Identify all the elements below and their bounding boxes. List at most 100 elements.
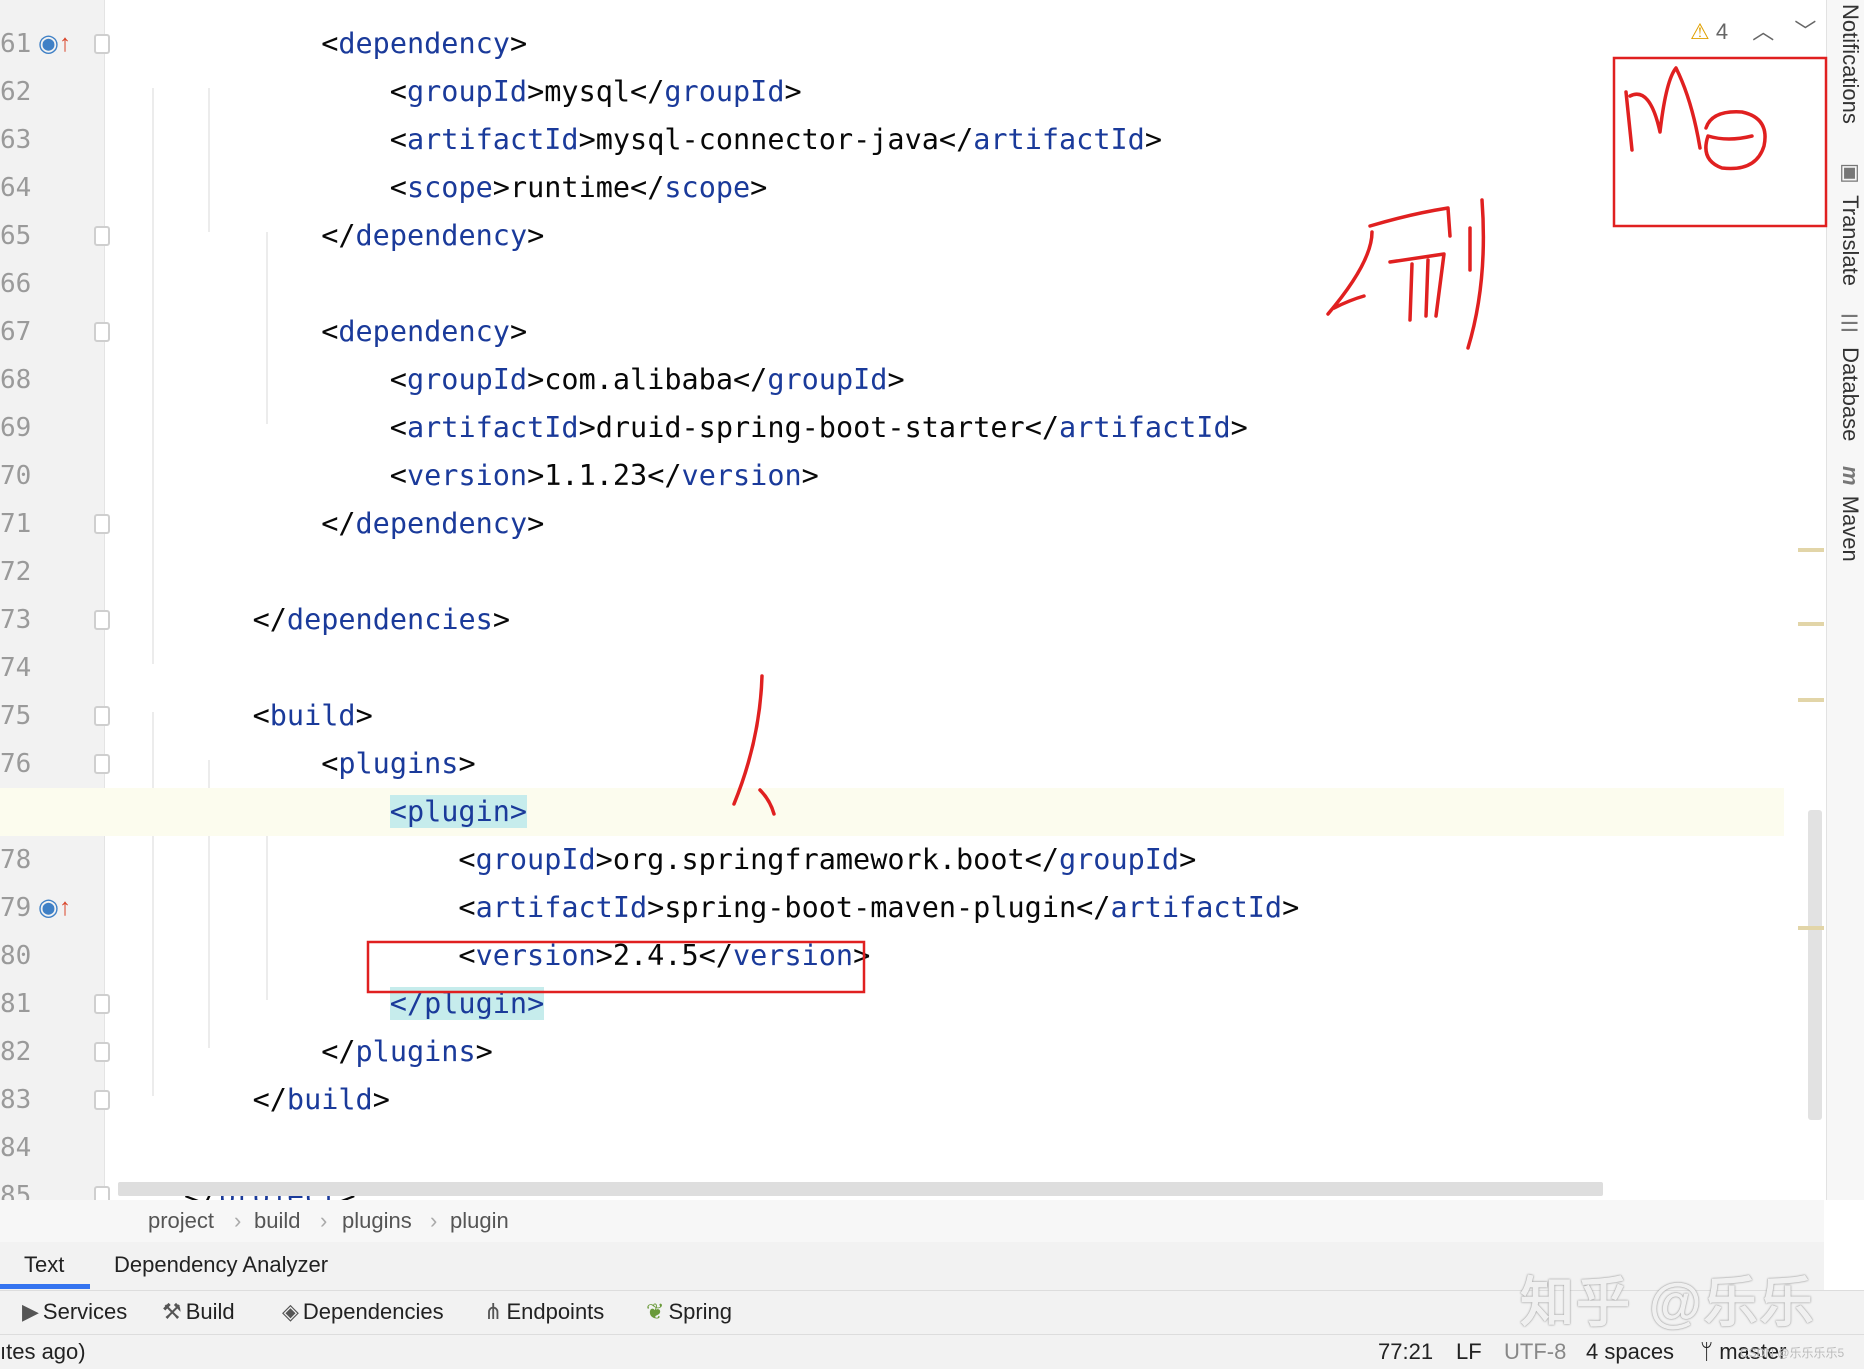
indent-guide [152,88,154,664]
code-editor[interactable]: 61◉↑626364656667686970717273747576777879… [0,0,1824,1200]
horizontal-scrollbar[interactable] [118,1182,1603,1196]
xml-tag-name: groupId [406,75,528,108]
code-line[interactable]: </plugin> [389,980,545,1028]
translate-icon: ▣ [1838,160,1863,185]
xml-bracket: </ [647,459,682,492]
database-tab[interactable]: ☰ Database [1829,312,1863,441]
implemented-override-icon[interactable]: ◉↑ [38,29,76,59]
line-number: 64 [0,173,32,203]
status-message[interactable]: ıtes ago) [0,1339,86,1365]
implemented-override-icon[interactable]: ◉↑ [38,893,76,923]
endpoints-tool-button[interactable]: ⋔ Endpoints [484,1299,604,1325]
line-number-gutter[interactable]: 61◉↑626364656667686970717273747576777879… [0,0,110,1200]
error-stripe-mark[interactable] [1798,698,1824,702]
xml-tag-name: version [475,939,596,972]
build-label: Build [185,1299,235,1324]
translate-tab[interactable]: ▣ Translate [1829,160,1863,286]
xml-bracket: </ [1024,411,1060,444]
code-line[interactable]: <version>1.1.23</version> [390,452,819,500]
code-line[interactable]: </dependency> [321,212,544,260]
xml-bracket: > [527,459,545,492]
xml-bracket: < [389,363,407,396]
xml-bracket: > [578,123,596,156]
code-line[interactable]: <dependency> [321,20,527,68]
xml-tag-name: dependency [338,27,510,60]
line-number: 84 [0,1133,32,1163]
error-stripe-mark[interactable] [1798,622,1824,626]
xml-tag-name: scope [406,171,493,204]
code-line[interactable]: <scope>runtime</scope> [390,164,768,212]
xml-tag-name: groupId [475,843,596,876]
xml-bracket: > [647,891,665,924]
xml-tag-name: dependencies [286,603,493,636]
line-number: 74 [0,653,32,683]
tab-dependency-analyzer[interactable]: Dependency Analyzer [114,1252,328,1278]
breadcrumb-build[interactable]: build [254,1208,300,1234]
code-area[interactable]: <dependency> <groupId>mysql</groupId> <art… [0,0,1784,1200]
code-line[interactable]: <groupId>com.alibaba</groupId> [390,356,905,404]
line-separator[interactable]: LF [1456,1339,1482,1365]
code-line[interactable]: <artifactId>spring-boot-maven-plugin</ar… [458,884,1299,932]
dependencies-tool-button[interactable]: ◈ Dependencies [282,1299,444,1325]
database-icon: ☰ [1838,312,1863,337]
spring-tool-button[interactable]: ❦ Spring [646,1299,732,1325]
error-stripe-mark[interactable] [1798,926,1824,930]
xml-bracket: < [389,123,407,156]
xml-bracket: </ [1024,843,1059,876]
code-line[interactable]: <dependency> [321,308,527,356]
error-stripe-mark[interactable] [1798,548,1824,552]
code-line[interactable]: <artifactId>mysql-connector-java</artifa… [390,116,1162,164]
xml-bracket: </ [321,507,356,540]
xml-bracket: > [527,75,545,108]
xml-tag-name: version [406,459,528,492]
xml-bracket: > [784,75,802,108]
xml-text-value: 1.1.23 [544,459,648,492]
code-line[interactable]: <version>2.4.5</version> [458,932,870,980]
maven-tab[interactable]: m Maven [1829,466,1863,562]
line-number: 61 [0,29,32,59]
caret-position[interactable]: 77:21 [1378,1339,1433,1365]
xml-bracket: < [321,315,339,348]
code-line[interactable]: </dependencies> [253,596,510,644]
build-tool-button[interactable]: ⚒ Build [162,1299,235,1325]
xml-tag-name: scope [664,171,751,204]
xml-bracket: < [321,27,339,60]
code-line[interactable]: <build> [253,692,373,740]
breadcrumb-plugin[interactable]: plugin [450,1208,509,1234]
chevron-down-icon[interactable]: ﹀ [1794,19,1816,44]
code-line[interactable]: </dependency> [321,500,544,548]
breadcrumb-project[interactable]: project [148,1208,214,1234]
xml-bracket: </ [630,171,665,204]
code-line[interactable]: <plugins> [321,740,475,788]
spring-label: Spring [668,1299,733,1324]
xml-bracket: < [389,171,407,204]
code-line[interactable]: </build> [253,1076,390,1124]
line-number: 80 [0,941,32,971]
services-tool-button[interactable]: ▶ Services [22,1299,127,1325]
vertical-scrollbar[interactable] [1808,810,1822,1120]
chevron-up-icon[interactable]: ︿ [1752,19,1774,44]
file-encoding[interactable]: UTF-8 [1504,1339,1566,1365]
tab-text[interactable]: Text [24,1252,64,1278]
code-line[interactable]: <artifactId>druid-spring-boot-starter</a… [390,404,1248,452]
warning-icon: ⚠ [1690,19,1710,44]
code-line[interactable]: <groupId>mysql</groupId> [390,68,802,116]
line-number: 62 [0,77,32,107]
notifications-tab[interactable]: Notifications [1829,4,1863,124]
line-number: 81 [0,989,32,1019]
indent-guide [266,232,268,424]
endpoints-icon: ⋔ [484,1299,503,1324]
code-line[interactable]: </plugins> [321,1028,493,1076]
xml-tag-name: groupId [664,75,785,108]
breadcrumb-separator: › [430,1208,438,1233]
xml-bracket: < [389,75,407,108]
code-line[interactable]: <groupId>org.springframework.boot</group… [458,836,1196,884]
indent-setting[interactable]: 4 spaces [1586,1339,1674,1365]
xml-bracket: > [527,363,545,396]
xml-tag-name: artifactId [406,411,579,444]
play-circle-icon: ▶ [22,1299,39,1324]
code-line[interactable]: <plugin> [389,788,528,836]
dependencies-label: Dependencies [302,1299,444,1324]
inspection-widget[interactable]: ⚠ 4 ︿ ﹀ [1690,14,1816,44]
breadcrumb-plugins[interactable]: plugins [342,1208,412,1234]
